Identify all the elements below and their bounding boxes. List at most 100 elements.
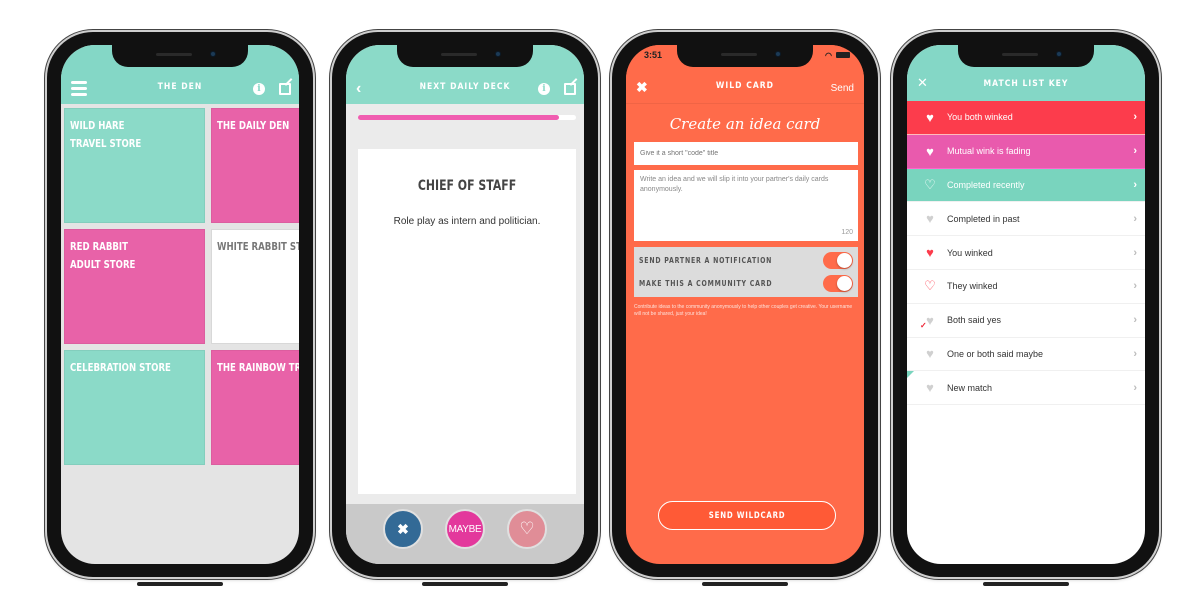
camera-icon <box>1056 51 1062 57</box>
match-key-row[interactable]: ♡ Completed recently › <box>907 168 1145 203</box>
heart-icon: ♡ <box>924 176 936 192</box>
community-card-toggle[interactable] <box>823 275 853 292</box>
match-key-row[interactable]: ♥ Mutual wink is fading › <box>907 134 1145 169</box>
send-wildcard-button[interactable]: Send Wildcard <box>658 501 836 530</box>
nav-title: The Den <box>157 82 203 92</box>
idea-placeholder: Write an idea and we will slip it into y… <box>640 176 829 193</box>
chevron-right-icon: › <box>1133 178 1137 191</box>
chevron-right-icon: › <box>1133 246 1137 259</box>
tile-red-rabbit[interactable]: Red Rabbit Adult Store <box>64 229 206 344</box>
match-key-label: Completed in past <box>947 213 1020 224</box>
chevron-right-icon: › <box>1133 280 1137 293</box>
maybe-button[interactable]: MAYBE <box>445 509 485 549</box>
match-key-row[interactable]: ♥ ✓ Both said yes › <box>907 304 1145 338</box>
chevron-right-icon: › <box>1133 111 1137 124</box>
idea-textarea[interactable]: Write an idea and we will slip it into y… <box>634 170 858 241</box>
wifi-icon: ◠ <box>825 50 832 60</box>
home-indicator <box>702 582 788 586</box>
battery-icon <box>836 52 850 58</box>
match-key-row[interactable]: ♡ They winked › <box>907 270 1145 304</box>
card-title: Chief of Staff <box>417 178 517 194</box>
toggle-group: Send partner a notification Make this a … <box>634 247 858 297</box>
idea-card-heading: Create an idea card <box>669 115 821 133</box>
screen: ✕ Match List Key ♥ You both winked › ♥ Mutua… <box>907 45 1145 564</box>
match-key-label: You winked <box>947 247 993 258</box>
match-key-row[interactable]: ♥ You winked › <box>907 236 1145 270</box>
screen: ‹ Next Daily Deck i Chief of Staff Role … <box>346 45 584 564</box>
tile-rainbow-trail[interactable]: The Rainbow Trail <box>211 350 299 465</box>
chevron-right-icon: › <box>1133 381 1137 394</box>
match-key-row[interactable]: ♥ Completed in past › <box>907 202 1145 237</box>
community-note: Contribute ideas to the community anonym… <box>634 304 853 317</box>
notify-partner-row: Send partner a notification <box>639 249 853 272</box>
notch <box>397 45 533 67</box>
phone-the-den: The Den i Wild Hare Travel Store The Dail… <box>47 32 313 586</box>
match-key-label: New match <box>947 382 993 393</box>
chevron-right-icon: › <box>1133 145 1137 158</box>
screen: The Den i Wild Hare Travel Store The Dail… <box>61 45 299 564</box>
tile-wild-hare[interactable]: Wild Hare Travel Store <box>64 108 206 223</box>
heart-icon: ♥ <box>926 380 934 396</box>
heart-icon: ♥ <box>926 346 934 362</box>
no-button[interactable]: ✖ <box>383 509 423 549</box>
nav-title: Match List Key <box>983 79 1069 89</box>
match-key-label: You both winked <box>947 112 1013 123</box>
check-icon: ✓ <box>920 320 927 330</box>
back-chevron-icon[interactable]: ‹ <box>356 80 361 98</box>
edit-icon[interactable] <box>279 83 291 95</box>
tile-white-rabbit[interactable]: White Rabbit Store <box>211 229 299 344</box>
deck-progress-bar <box>358 115 576 120</box>
chevron-right-icon: › <box>1133 314 1137 327</box>
card-title-input[interactable] <box>634 142 858 165</box>
home-indicator <box>422 582 508 586</box>
nav-title: Next Daily Deck <box>419 82 511 92</box>
match-key-row[interactable]: ♥ You both winked › <box>907 101 1145 135</box>
phone-wild-card: 3:51 ◠ ✖ Wild Card Send Create an idea c… <box>612 32 878 586</box>
match-key-row[interactable]: ♥ New match › <box>907 371 1145 406</box>
heart-icon: ♥ <box>926 211 934 227</box>
home-indicator <box>137 582 223 586</box>
tile-daily-den[interactable]: The Daily Den <box>211 108 299 223</box>
char-counter: 120 <box>841 229 853 236</box>
match-key-row[interactable]: ♥ One or both said maybe › <box>907 338 1145 372</box>
heart-button[interactable]: ♡ <box>507 509 547 549</box>
store-grid: Wild Hare Travel Store The Daily Den Red … <box>62 105 299 468</box>
camera-icon <box>495 51 501 57</box>
status-bar: 3:51 ◠ <box>644 50 850 60</box>
match-key-list: ♥ You both winked › ♥ Mutual wink is fading ›… <box>907 101 1145 406</box>
match-key-label: They winked <box>947 281 998 292</box>
notch <box>112 45 248 67</box>
community-card-row: Make this a community card <box>639 272 853 295</box>
toggle-label: Send partner a notification <box>639 256 773 265</box>
phone-daily-deck: ‹ Next Daily Deck i Chief of Staff Role … <box>332 32 598 586</box>
home-indicator <box>983 582 1069 586</box>
deck-actions: ✖ MAYBE ♡ <box>346 504 584 564</box>
phone-match-list-key: ✕ Match List Key ♥ You both winked › ♥ Mutua… <box>893 32 1159 586</box>
tile-celebration[interactable]: Celebration Store <box>64 350 206 465</box>
match-key-label: One or both said maybe <box>947 348 1044 359</box>
info-icon[interactable]: i <box>253 83 265 95</box>
card-text: Role play as intern and politician. <box>393 216 541 227</box>
heart-icon: ♥ <box>926 109 934 125</box>
deck-card[interactable]: Chief of Staff Role play as intern and p… <box>358 149 576 494</box>
nav-title: Wild Card <box>715 81 775 91</box>
info-icon[interactable]: i <box>538 83 550 95</box>
chevron-right-icon: › <box>1133 347 1137 360</box>
progress-fill <box>358 115 559 120</box>
notify-partner-toggle[interactable] <box>823 252 853 269</box>
screen: 3:51 ◠ ✖ Wild Card Send Create an idea c… <box>626 45 864 564</box>
status-time: 3:51 <box>644 50 663 60</box>
edit-icon[interactable] <box>564 83 576 95</box>
heart-icon: ♥ <box>926 245 934 261</box>
camera-icon <box>210 51 216 57</box>
heart-icon: ♡ <box>924 278 936 294</box>
toggle-label: Make this a community card <box>639 279 773 288</box>
notch <box>958 45 1094 67</box>
match-key-label: Mutual wink is fading <box>947 146 1031 157</box>
new-match-indicator <box>907 371 914 379</box>
match-key-label: Both said yes <box>947 315 1002 326</box>
chevron-right-icon: › <box>1133 212 1137 225</box>
match-key-label: Completed recently <box>947 179 1025 190</box>
heart-icon: ♥ <box>926 143 934 159</box>
send-link[interactable]: Send <box>831 83 854 94</box>
